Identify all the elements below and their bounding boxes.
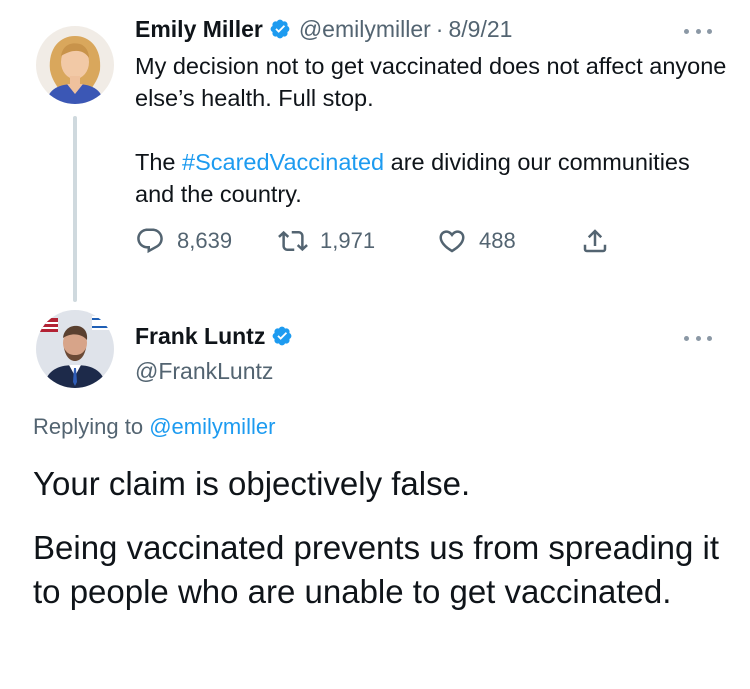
thread-connector-line <box>73 116 77 302</box>
frank-luntz-avatar[interactable] <box>36 310 114 388</box>
replying-to-line: Replying to @emilymiller <box>33 414 275 440</box>
tweet-text-before-hashtag: The <box>135 149 183 175</box>
reply-count: 8,639 <box>177 228 233 253</box>
heart-icon <box>439 230 465 253</box>
more-options-icon[interactable] <box>684 26 712 36</box>
share-button[interactable] <box>580 226 610 256</box>
header-separator: · <box>435 16 444 42</box>
like-count: 488 <box>479 228 516 253</box>
original-tweet-text: My decision not to get vaccinated does n… <box>135 50 735 210</box>
tweet-paragraph-2: The #ScaredVaccinated are dividing our c… <box>135 146 735 210</box>
reply-paragraph-1: Your claim is objectively false. <box>33 465 471 502</box>
tweet-paragraph-1: My decision not to get vaccinated does n… <box>135 53 727 111</box>
reply-author-handle[interactable]: @FrankLuntz <box>135 358 273 385</box>
reply-button[interactable]: 8,639 <box>135 226 232 256</box>
retweet-count: 1,971 <box>320 228 376 253</box>
emily-miller-avatar[interactable] <box>36 26 114 104</box>
original-tweet-header: Emily Miller @emilymiller · 8/9/21 <box>135 15 512 43</box>
replying-to-mention[interactable]: @emilymiller <box>149 414 275 439</box>
author-handle[interactable]: @emilymiller <box>299 15 431 43</box>
author-name[interactable]: Emily Miller <box>135 15 263 43</box>
reply-paragraph-2: Being vaccinated prevents us from spread… <box>33 529 720 610</box>
share-icon <box>583 229 607 253</box>
tweet-actions-bar: 8,639 1,971 488 <box>135 226 635 262</box>
reply-tweet-header: Frank Luntz <box>135 322 301 350</box>
verified-badge-icon <box>271 325 293 347</box>
emily-miller-avatar-image <box>36 26 114 104</box>
retweet-icon <box>278 230 308 252</box>
hashtag-link[interactable]: #ScaredVaccinated <box>182 149 384 175</box>
reply-icon <box>137 228 163 254</box>
reply-author-name[interactable]: Frank Luntz <box>135 322 265 350</box>
retweet-button[interactable]: 1,971 <box>278 226 375 256</box>
replying-to-prefix: Replying to <box>33 414 150 439</box>
more-options-icon[interactable] <box>684 333 712 343</box>
like-button[interactable]: 488 <box>437 226 516 256</box>
tweet-date[interactable]: 8/9/21 <box>448 15 512 43</box>
frank-luntz-avatar-image <box>36 310 114 388</box>
verified-badge-icon <box>269 18 291 40</box>
